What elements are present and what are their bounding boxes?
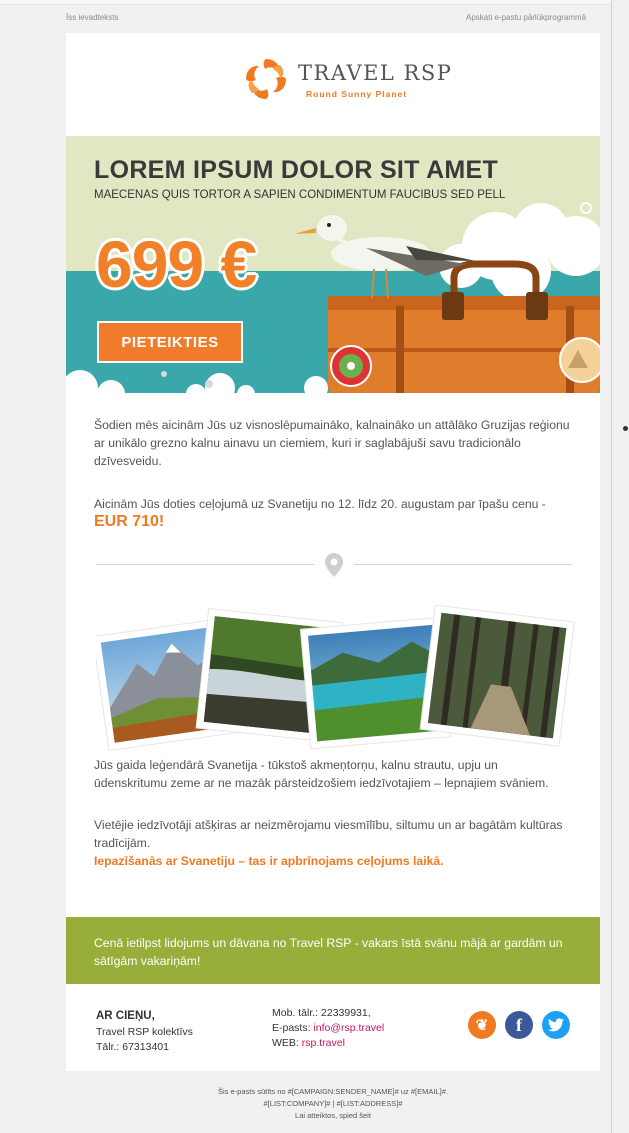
gift-banner: Cenā ietilpst lidojums un dāvana no Trav… [66,917,600,984]
offer-paragraph: Aicinām Jūs doties ceļojumā uz Svanetiju… [94,495,574,531]
logo-tagline: Round Sunny Planet [306,89,408,99]
view-in-browser-link[interactable]: Apskati e-pastu pārlūkprogrammā [466,13,586,22]
travel-rsp-icon[interactable]: ❦ [468,1011,496,1039]
divider-left [96,564,314,565]
preheader-text: Īss ievadteksts [66,13,119,22]
culture-text: Vietējie iedzīvotāji atšķiras ar neizmēr… [94,818,563,850]
offer-text: Aicinām Jūs doties ceļojumā uz Svanetiju… [94,497,546,511]
apply-button[interactable]: PIETEIKTIES [97,321,243,363]
photo-forest [419,605,575,747]
divider-right [354,564,572,565]
email-link[interactable]: info@rsp.travel [313,1022,384,1034]
facebook-icon[interactable]: f [505,1011,533,1039]
logo[interactable]: TRAVEL RSP Round Sunny Planet [242,55,451,105]
culture-highlight: Iepazīšanās ar Svanetiju – tas ir apbrīn… [94,854,444,868]
contact-email-row: E-pasts: info@rsp.travel [272,1022,384,1034]
svaneti-paragraph: Jūs gaida leģendārā Svanetija - tūkstoš … [94,758,549,790]
travel-rsp-glyph: ❦ [475,1017,489,1034]
hero-subtitle: MAECENAS QUIS TORTOR A SAPIEN CONDIMENTU… [94,189,506,201]
footer-company: #[LIST:COMPANY]# | #[LIST:ADDRESS]# [263,1099,403,1108]
scrollbar-track[interactable] [611,0,612,1133]
email-body: TRAVEL RSP Round Sunny Planet LOREM IPSU… [66,33,600,1071]
scroll-marker [623,426,628,431]
logo-name: TRAVEL RSP [298,61,453,85]
hero-banner[interactable]: LOREM IPSUM DOLOR SIT AMET MAECENAS QUIS… [66,136,600,393]
email-label: E-pasts: [272,1022,314,1034]
twitter-icon[interactable] [542,1011,570,1039]
web-link[interactable]: rsp.travel [302,1037,345,1049]
contact-web-row: WEB: rsp.travel [272,1037,345,1049]
offer-price: EUR 710! [94,513,165,530]
intro-paragraph: Šodien mēs aicinām Jūs uz visnoslēpumain… [94,418,570,468]
location-pin-icon [325,553,343,577]
signature-title: AR CIEŅU, [96,1010,155,1022]
window-top-bar [0,0,612,5]
gift-banner-text: Cenā ietilpst lidojums un dāvana no Trav… [94,936,563,968]
web-label: WEB: [272,1037,302,1049]
culture-paragraph: Vietējie iedzīvotāji atšķiras ar neizmēr… [94,816,574,870]
twitter-bird-icon [548,1018,564,1032]
facebook-glyph: f [516,1014,522,1035]
unsubscribe-link[interactable]: Lai atteiktos, spied šeit [66,1111,600,1120]
price-tag: 699 € [96,227,257,301]
footer-sender: Šis e-pasts sūtīts no #[CAMPAIGN:SENDER_… [218,1087,448,1096]
photo-collage[interactable] [96,605,576,775]
signature-phone: Tālr.: 67313401 [96,1041,169,1053]
hero-title: LOREM IPSUM DOLOR SIT AMET [94,156,499,184]
signature-team: Travel RSP kolektīvs [96,1026,193,1038]
sun-swirl-logo-icon [246,59,286,99]
contact-mobile: Mob. tālr.: 22339931, [272,1007,371,1019]
